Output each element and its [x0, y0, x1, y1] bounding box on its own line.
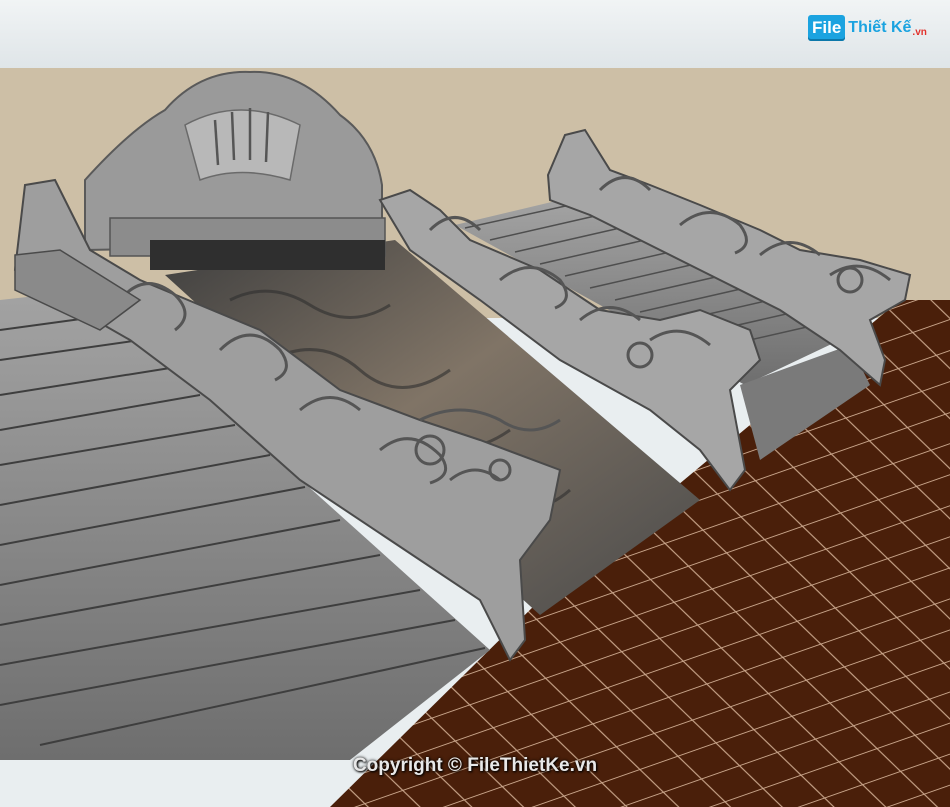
logo-tld: .vn: [912, 27, 927, 38]
stone-dragon-staircase-render: [0, 0, 950, 807]
stele-fan-inscription: [184, 109, 301, 181]
stele-base-shadow: [150, 240, 385, 270]
logo-name: Thiết Kế: [848, 19, 912, 36]
copyright-watermark: Copyright © FileThietKe.vn: [352, 755, 598, 776]
logo-file-badge: File: [808, 15, 846, 41]
site-logo: File Thiết Kế .vn: [808, 8, 927, 48]
